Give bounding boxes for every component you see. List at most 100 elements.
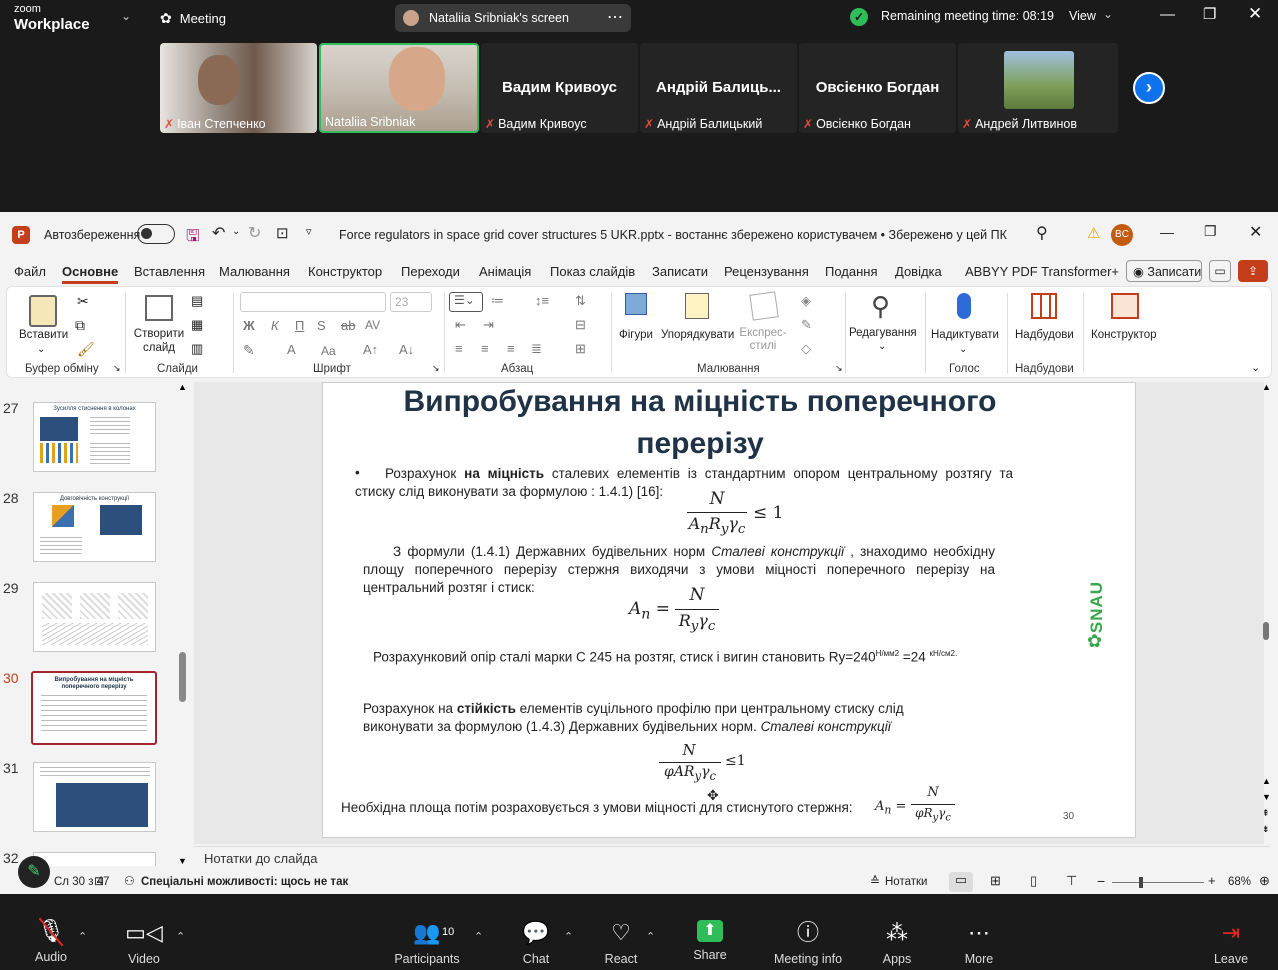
zoom-slider-thumb[interactable]	[1139, 877, 1143, 888]
bullets-button[interactable]: ☰⌄	[449, 292, 483, 312]
title-dropdown-icon[interactable]: ⌄	[944, 225, 953, 238]
tab-design[interactable]: Конструктор	[308, 264, 382, 279]
scroll-up-icon[interactable]: ▲	[1262, 776, 1271, 786]
italic-button[interactable]: К	[271, 318, 279, 333]
customize-toolbar-icon[interactable]: ▿	[306, 225, 312, 238]
shape-effects-icon[interactable]: ◇	[801, 341, 811, 357]
chat-options-chevron-icon[interactable]: ⌃	[564, 930, 573, 943]
shadow-button[interactable]: S	[317, 318, 326, 333]
restore-icon[interactable]: ❐	[1203, 5, 1216, 23]
slide-30[interactable]: Випробування на міцність поперечного пер…	[322, 382, 1136, 838]
spell-check-icon[interactable]: ⊡	[94, 874, 104, 888]
increase-indent-icon[interactable]: ⇥	[483, 317, 494, 333]
warning-icon[interactable]: ⚠	[1087, 224, 1100, 242]
underline-button[interactable]: П	[295, 318, 304, 333]
slide-scrollbar[interactable]: ▲ ▲ ▼ ⇞ ⇟	[1260, 382, 1272, 844]
tab-draw[interactable]: Малювання	[219, 264, 290, 279]
shape-outline-icon[interactable]: ✎	[801, 317, 812, 333]
align-left-icon[interactable]: ≡	[455, 341, 463, 356]
character-spacing-button[interactable]: AV	[365, 318, 380, 332]
present-from-start-icon[interactable]: ⊡	[276, 224, 289, 242]
share-icon[interactable]: ⇪	[1238, 260, 1268, 282]
paste-button[interactable]: Вставити	[19, 329, 68, 341]
video-button[interactable]: ▭◁ Video	[118, 894, 170, 970]
video-options-chevron-icon[interactable]: ⌃	[176, 930, 185, 943]
zoom-level[interactable]: 68%	[1228, 876, 1251, 888]
app-menu-chevron-icon[interactable]: ⌄	[121, 9, 131, 23]
close-icon[interactable]: ✕	[1248, 4, 1262, 24]
grow-font-icon[interactable]: A↑	[363, 342, 378, 357]
undo-dropdown-icon[interactable]: ⌄	[232, 226, 240, 237]
change-case-icon[interactable]: Aa	[321, 344, 336, 358]
normal-view-icon[interactable]: ▭	[949, 872, 973, 892]
shape-fill-icon[interactable]: ◈	[801, 293, 811, 309]
shrink-font-icon[interactable]: A↓	[399, 342, 414, 357]
reset-icon[interactable]: ▦	[191, 317, 203, 333]
align-center-icon[interactable]: ≡	[481, 341, 489, 356]
close-icon[interactable]: ✕	[1249, 222, 1262, 242]
highlighter-icon[interactable]: ✎	[243, 342, 255, 359]
tab-help[interactable]: Довідка	[895, 264, 942, 279]
minimize-icon[interactable]: —	[1160, 224, 1174, 240]
slide-thumbnail[interactable]	[33, 852, 156, 866]
view-chevron-icon[interactable]: ⌄	[1103, 7, 1113, 21]
react-button[interactable]: ♡ React	[598, 894, 644, 970]
shapes-icon[interactable]	[625, 293, 647, 315]
slide-thumbnail[interactable]	[33, 762, 156, 832]
slide-thumbnail[interactable]	[33, 582, 156, 652]
arrange-button[interactable]: Упорядкувати	[661, 329, 734, 341]
participant-tile[interactable]: Овсієнко Богдан ✗ Овсієнко Богдан	[799, 43, 956, 133]
font-color-icon[interactable]: A	[287, 342, 296, 357]
document-title[interactable]: Force regulators in space grid cover str…	[339, 228, 1007, 242]
notes-pane[interactable]: Нотатки до слайда	[194, 846, 1270, 870]
search-icon[interactable]: ⚲	[1036, 223, 1048, 243]
next-slide-icon[interactable]: ⇟	[1262, 824, 1270, 835]
line-spacing-icon[interactable]: ↕≡	[535, 293, 549, 308]
tab-record[interactable]: Записати	[652, 264, 708, 279]
more-button[interactable]: ⋯ More	[958, 894, 1000, 970]
scrollbar-thumb[interactable]	[179, 652, 186, 702]
meeting-menu[interactable]: ✿ Meeting	[160, 10, 226, 27]
tab-slideshow[interactable]: Показ слайдів	[550, 264, 635, 279]
participant-tile-active[interactable]: Nataliia Sribniak	[319, 43, 479, 133]
quick-styles-button[interactable]: Експрес-стилі	[735, 327, 791, 353]
format-painter-icon[interactable]: 🖌	[77, 341, 95, 358]
designer-icon[interactable]	[1111, 293, 1139, 319]
tab-transitions[interactable]: Переходи	[401, 264, 460, 279]
new-slide-icon[interactable]	[145, 295, 173, 321]
strikethrough-button[interactable]: ab	[341, 318, 355, 333]
minimize-icon[interactable]: —	[1160, 6, 1175, 23]
dictate-dropdown-icon[interactable]: ⌄	[959, 344, 967, 355]
justify-icon[interactable]: ≣	[531, 341, 542, 357]
apps-button[interactable]: ⁂ Apps	[876, 894, 918, 970]
reading-view-icon[interactable]: ▯	[1030, 873, 1037, 889]
scroll-down-icon[interactable]: ▼	[1262, 792, 1271, 802]
shapes-button[interactable]: Фігури	[619, 329, 653, 341]
dialog-launcher-icon[interactable]: ↘	[113, 363, 121, 374]
meeting-info-button[interactable]: ⓘ Meeting info	[770, 894, 846, 970]
editing-dropdown-icon[interactable]: ⌄	[878, 341, 886, 352]
numbering-icon[interactable]: ≔	[491, 293, 504, 309]
arrange-icon[interactable]	[685, 293, 709, 319]
notes-toggle[interactable]: Нотатки	[885, 876, 927, 888]
slide-thumbnail-selected[interactable]: Випробування на міцність поперечного пер…	[31, 671, 157, 745]
text-direction-icon[interactable]: ⇅	[575, 293, 586, 309]
prev-slide-icon[interactable]: ⇞	[1262, 808, 1270, 819]
quick-styles-icon[interactable]	[749, 291, 779, 321]
fit-to-window-icon[interactable]: ⊕	[1259, 873, 1270, 889]
bold-button[interactable]: Ж	[243, 318, 255, 333]
decrease-indent-icon[interactable]: ⇤	[455, 317, 466, 333]
addins-button[interactable]: Надбудови	[1015, 329, 1074, 341]
autosave-toggle[interactable]	[137, 224, 175, 244]
addins-icon[interactable]	[1031, 293, 1057, 319]
zoom-in-icon[interactable]: +	[1208, 873, 1216, 888]
participants-options-chevron-icon[interactable]: ⌃	[474, 930, 483, 943]
cut-icon[interactable]: ✂	[77, 293, 89, 310]
view-menu[interactable]: View	[1069, 9, 1096, 23]
restore-icon[interactable]: ❐	[1204, 223, 1217, 240]
font-size-field[interactable]: 23	[390, 292, 432, 312]
dialog-launcher-icon[interactable]: ↘	[835, 363, 843, 374]
notes-icon[interactable]: ≙	[870, 874, 880, 888]
editing-button[interactable]: Редагування	[849, 327, 917, 339]
record-button[interactable]: ◉ Записати	[1126, 260, 1202, 282]
